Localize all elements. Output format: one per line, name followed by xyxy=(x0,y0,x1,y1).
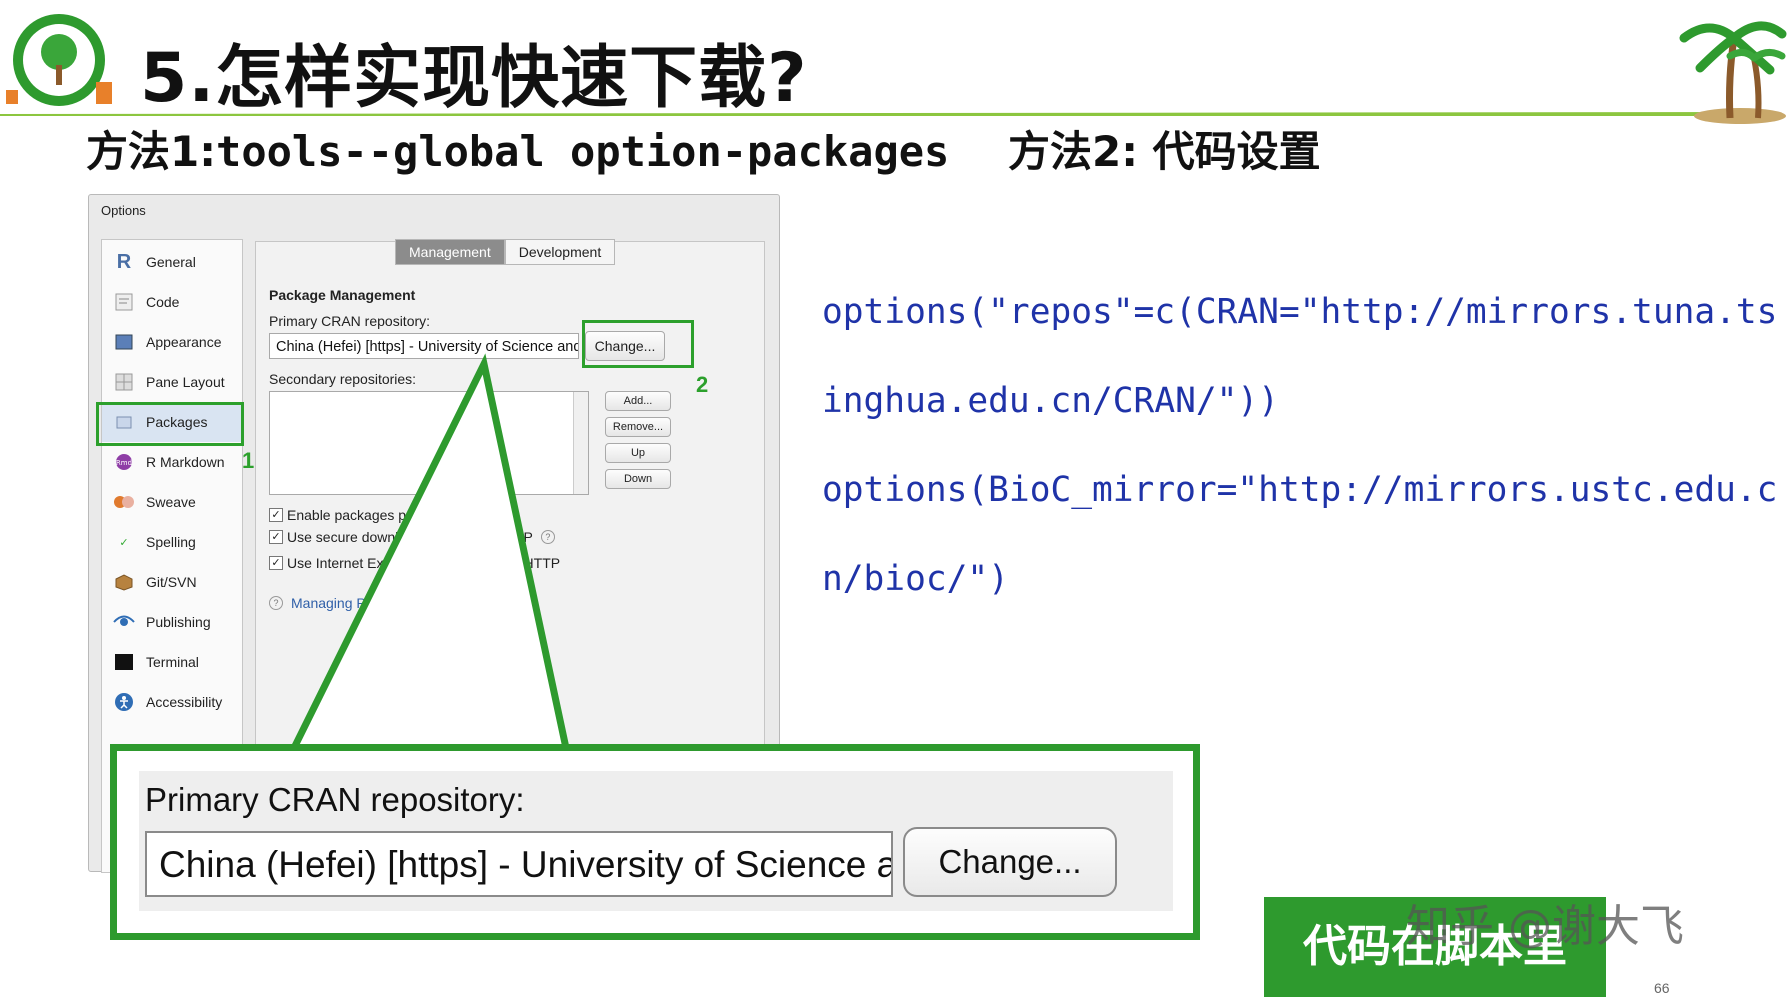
zoom-callout: Primary CRAN repository: China (Hefei) [… xyxy=(110,744,1200,940)
checkbox-label: Use Internet Explorer library/proxy for … xyxy=(287,555,561,571)
accessibility-icon xyxy=(112,692,136,712)
sidebar-item-rmarkdown[interactable]: Rmd R Markdown xyxy=(102,442,242,482)
sidebar-item-general[interactable]: R General xyxy=(102,242,242,282)
sidebar-item-label: Spelling xyxy=(146,534,196,550)
rmarkdown-icon: Rmd xyxy=(112,452,136,472)
code-line-1: options("repos"=c(CRAN="http://mirrors.t… xyxy=(822,292,1778,332)
zoom-change-button: Change... xyxy=(903,827,1117,897)
sidebar-item-publishing[interactable]: Publishing xyxy=(102,602,242,642)
help-icon: ? xyxy=(269,596,283,610)
sidebar-item-label: Pane Layout xyxy=(146,374,225,390)
checkbox-label: Enable packages pane xyxy=(287,507,430,523)
sweave-icon xyxy=(112,492,136,512)
title-underline xyxy=(0,112,1760,116)
method1-prefix: 方法1: xyxy=(86,127,217,176)
sidebar-item-label: Git/SVN xyxy=(146,574,197,590)
git-icon xyxy=(112,572,136,592)
scrollbar[interactable] xyxy=(573,392,588,494)
sidebar-item-terminal[interactable]: Terminal xyxy=(102,642,242,682)
section-title: Package Management xyxy=(269,287,416,303)
code-line-3: options(BioC_mirror="http://mirrors.ustc… xyxy=(822,470,1778,510)
slide-title: 5.怎样实现快速下载? xyxy=(140,39,808,118)
sidebar-item-label: Code xyxy=(146,294,180,310)
checkbox-ie-proxy[interactable]: ✓ Use Internet Explorer library/proxy for… xyxy=(269,555,560,571)
checkbox-secure-download[interactable]: ✓ Use secure download method for HTTP ? xyxy=(269,529,555,545)
sidebar-item-appearance[interactable]: Appearance xyxy=(102,322,242,362)
tab-development[interactable]: Development xyxy=(504,239,616,265)
sidebar-item-pane-layout[interactable]: Pane Layout xyxy=(102,362,242,402)
terminal-icon xyxy=(112,652,136,672)
palm-tree-icon xyxy=(1679,21,1787,124)
tab-bar: Management Development xyxy=(395,239,616,265)
annotation-number-2: 2 xyxy=(696,372,709,397)
up-button[interactable]: Up xyxy=(605,443,671,463)
check-icon: ✓ xyxy=(269,556,283,570)
pane-layout-icon xyxy=(112,372,136,392)
primary-cran-field[interactable]: China (Hefei) [https] - University of Sc… xyxy=(269,333,579,359)
method1-heading: 方法1:tools--global option-packages xyxy=(86,118,949,179)
checkbox-enable-packages-pane[interactable]: ✓ Enable packages pane xyxy=(269,507,429,523)
page-number: 66 xyxy=(1654,980,1670,996)
checkbox-label: Use secure download method for HTTP xyxy=(287,529,533,545)
logo-icon xyxy=(6,14,112,106)
secondary-repos-list[interactable] xyxy=(269,391,589,495)
sidebar-item-code[interactable]: Code xyxy=(102,282,242,322)
sidebar-item-label: R Markdown xyxy=(146,454,225,470)
sidebar-item-label: Appearance xyxy=(146,334,222,350)
help-icon[interactable]: ? xyxy=(540,530,555,544)
check-icon: ✓ xyxy=(269,530,283,544)
tab-management[interactable]: Management xyxy=(395,239,505,265)
sidebar-item-label: General xyxy=(146,254,196,270)
dialog-title: Options xyxy=(101,203,146,218)
sidebar-item-sweave[interactable]: Sweave xyxy=(102,482,242,522)
appearance-icon xyxy=(112,332,136,352)
sidebar-item-label: Publishing xyxy=(146,614,211,630)
check-icon: ✓ xyxy=(269,508,283,522)
packages-highlight xyxy=(96,402,244,446)
sidebar-item-git-svn[interactable]: Git/SVN xyxy=(102,562,242,602)
method2-heading: 方法2: 代码设置 xyxy=(1008,127,1321,176)
zoom-primary-label: Primary CRAN repository: xyxy=(145,781,525,818)
method1-code: tools--global option-packages xyxy=(216,127,950,176)
link-label: Managing Packages xyxy=(291,595,418,611)
code-icon xyxy=(112,292,136,312)
managing-packages-link[interactable]: ? Managing Packages xyxy=(269,595,418,611)
zhihu-watermark: 知乎 @谢大飞 xyxy=(1406,901,1684,952)
remove-button[interactable]: Remove... xyxy=(605,417,671,437)
code-line-2: inghua.edu.cn/CRAN/")) xyxy=(822,381,1279,421)
primary-cran-label: Primary CRAN repository: xyxy=(269,313,431,329)
sidebar-item-spelling[interactable]: ✓ Spelling xyxy=(102,522,242,562)
sidebar-item-label: Accessibility xyxy=(146,694,223,710)
annotation-number-1: 1 xyxy=(242,448,255,473)
code-line-4: n/bioc/") xyxy=(822,559,1009,599)
svg-text:Rmd: Rmd xyxy=(116,459,132,467)
sidebar-item-label: Sweave xyxy=(146,494,196,510)
spelling-icon: ✓ xyxy=(119,536,129,549)
publishing-icon xyxy=(112,612,136,632)
down-button[interactable]: Down xyxy=(605,469,671,489)
change-highlight xyxy=(582,320,694,368)
add-button[interactable]: Add... xyxy=(605,391,671,411)
sidebar-item-accessibility[interactable]: Accessibility xyxy=(102,682,242,722)
secondary-repos-label: Secondary repositories: xyxy=(269,371,417,387)
sidebar-item-label: Terminal xyxy=(146,654,199,670)
r-logo-icon: R xyxy=(116,250,132,273)
zoom-primary-field: China (Hefei) [https] - University of Sc… xyxy=(145,831,893,897)
